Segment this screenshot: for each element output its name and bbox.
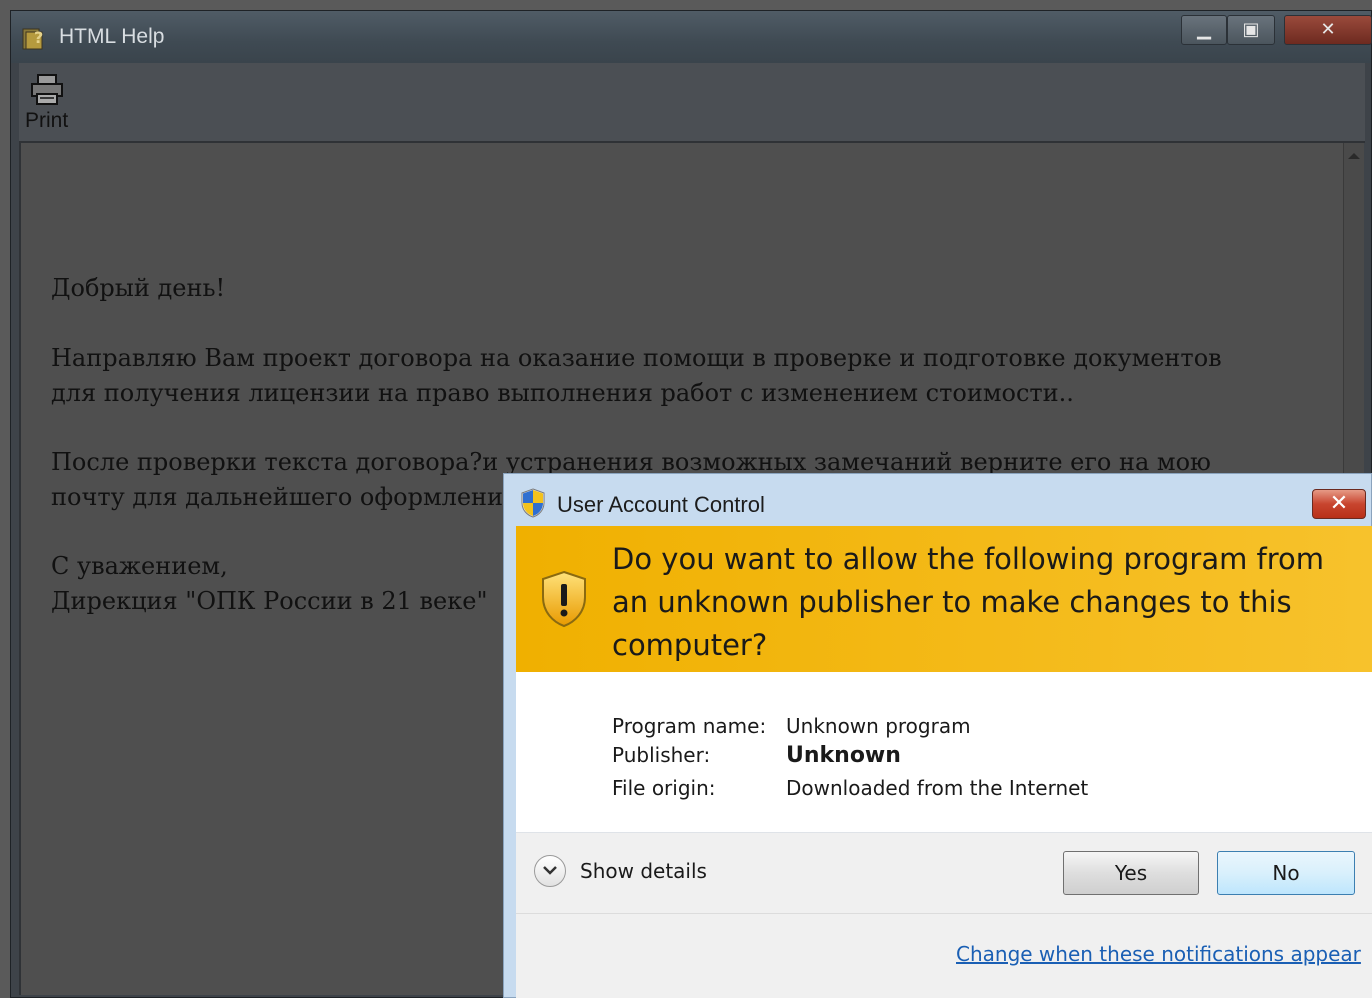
minimize-icon: ▁ [1197, 19, 1211, 40]
close-icon: ✕ [1320, 19, 1336, 40]
help-window-title: HTML Help [59, 25, 165, 48]
yes-button[interactable]: Yes [1063, 851, 1199, 895]
letter-signature: Дирекция "ОПК России в 21 веке" [51, 587, 488, 615]
scroll-up-arrow-icon[interactable] [1348, 153, 1360, 159]
letter-paragraph-1-line-2: для получения лицензии на право выполнен… [51, 379, 1074, 407]
help-toolbar: Print [19, 63, 1365, 143]
uac-link-area: Change when these notifications appear [516, 914, 1372, 998]
window-close-button[interactable]: ✕ [1284, 15, 1372, 45]
help-title-bar[interactable]: ? HTML Help ▁ ▣ ✕ [11, 11, 1372, 63]
letter-paragraph-2-line-2: почту для дальнейшего оформлени [51, 483, 504, 511]
printer-icon [31, 74, 63, 105]
file-origin-value: Downloaded from the Internet [786, 776, 1089, 800]
uac-warning-banner: Do you want to allow the following progr… [516, 526, 1372, 672]
letter-greeting: Добрый день! [51, 274, 226, 302]
svg-text:?: ? [34, 28, 43, 47]
uac-dialog: User Account Control ✕ Do you want to al… [503, 473, 1372, 998]
publisher-value: Unknown [786, 743, 901, 768]
uac-close-button[interactable]: ✕ [1312, 489, 1366, 519]
close-icon: ✕ [1329, 491, 1349, 516]
no-button[interactable]: No [1217, 851, 1355, 895]
show-details-label[interactable]: Show details [580, 859, 707, 883]
file-origin-label: File origin: [612, 776, 716, 800]
program-name-value: Unknown program [786, 714, 971, 738]
notification-settings-link[interactable]: Change when these notifications appear [956, 942, 1361, 966]
uac-title: User Account Control [557, 492, 765, 517]
program-name-label: Program name: [612, 714, 767, 738]
letter-paragraph-1-line-1: Направляю Вам проект договора на оказани… [51, 344, 1222, 372]
print-button[interactable]: Print [23, 69, 79, 133]
maximize-icon: ▣ [1242, 19, 1260, 40]
help-app-icon: ? [22, 28, 43, 50]
uac-question-text: Do you want to allow the following progr… [612, 542, 1325, 662]
minimize-button[interactable]: ▁ [1181, 15, 1227, 45]
warning-shield-icon [542, 570, 586, 628]
print-label: Print [25, 109, 69, 132]
uac-button-bar: Show details Yes No [516, 833, 1372, 914]
uac-program-info: Program name: Unknown program Publisher:… [516, 672, 1372, 833]
chevron-down-icon[interactable] [534, 855, 566, 887]
publisher-label: Publisher: [612, 743, 711, 767]
letter-closing: С уважением, [51, 552, 228, 580]
maximize-button[interactable]: ▣ [1227, 15, 1275, 45]
uac-shield-icon [521, 488, 545, 518]
